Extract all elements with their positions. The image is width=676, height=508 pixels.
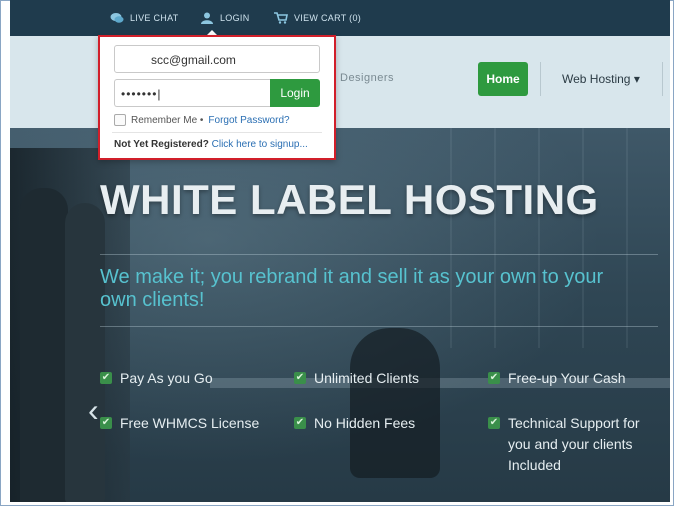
check-icon: ✔ [488,372,500,384]
feature-item: ✔ Free WHMCS License [100,413,259,434]
background-chair [350,328,440,478]
feature-item: ✔ No Hidden Fees [294,413,415,434]
login-dropdown-panel: scc@gmail.com •••••••| Login Remember Me… [98,35,336,160]
hero-subtitle: We make it; you rebrand it and sell it a… [100,266,604,311]
background-person [20,188,68,502]
cart-icon [274,12,288,24]
login-button[interactable]: Login [270,79,320,107]
remember-me-label: Remember Me • [131,114,204,126]
live-chat-label: LIVE CHAT [130,13,179,23]
top-bar: LIVE CHAT LOGIN VIEW CART (0) [10,0,670,36]
remember-me-checkbox[interactable] [114,114,126,126]
background-person [65,203,105,502]
background-window [450,128,670,348]
nav-divider [540,62,541,96]
chevron-left-icon[interactable]: ‹ [88,394,99,426]
divider [100,254,658,255]
feature-label: Free WHMCS License [120,415,260,431]
feature-item: ✔ Pay As you Go [100,368,213,389]
login-link[interactable]: LOGIN [200,12,250,24]
forgot-password-link[interactable]: Forgot Password? [208,115,289,126]
divider [112,132,322,133]
nav-home-button[interactable]: Home [478,62,528,96]
hero-title: WHITE LABEL HOSTING [100,176,599,223]
nav-web-hosting-dropdown[interactable]: Web Hosting ▾ [562,72,640,86]
check-icon: ✔ [294,417,306,429]
remember-me-row: Remember Me • Forgot Password? [114,114,290,126]
user-icon [200,12,214,24]
signup-link[interactable]: Click here to signup... [212,139,308,150]
check-icon: ✔ [100,417,112,429]
feature-item: ✔ Technical Support for you and your cli… [488,413,648,476]
signup-row: Not Yet Registered? Click here to signup… [114,139,308,150]
feature-item: ✔ Free-up Your Cash [488,368,626,389]
check-icon: ✔ [294,372,306,384]
not-registered-label: Not Yet Registered? [114,139,209,150]
email-field[interactable]: scc@gmail.com [114,45,320,73]
feature-label: Free-up Your Cash [508,370,626,386]
brand-subtitle: Designers [340,72,395,84]
check-icon: ✔ [100,372,112,384]
nav-divider [662,62,663,96]
feature-label: No Hidden Fees [314,415,416,431]
view-cart-label: VIEW CART (0) [294,13,362,23]
check-icon: ✔ [488,417,500,429]
feature-label: Unlimited Clients [314,370,420,386]
feature-label: Pay As you Go [120,370,213,386]
chat-bubbles-icon [110,12,124,24]
feature-item: ✔ Unlimited Clients [294,368,419,389]
divider [100,326,658,327]
password-field[interactable]: •••••••| [114,79,270,107]
live-chat-link[interactable]: LIVE CHAT [110,12,179,24]
login-label: LOGIN [220,13,250,23]
feature-label: Technical Support for you and your clien… [508,415,640,473]
view-cart-link[interactable]: VIEW CART (0) [274,12,361,24]
